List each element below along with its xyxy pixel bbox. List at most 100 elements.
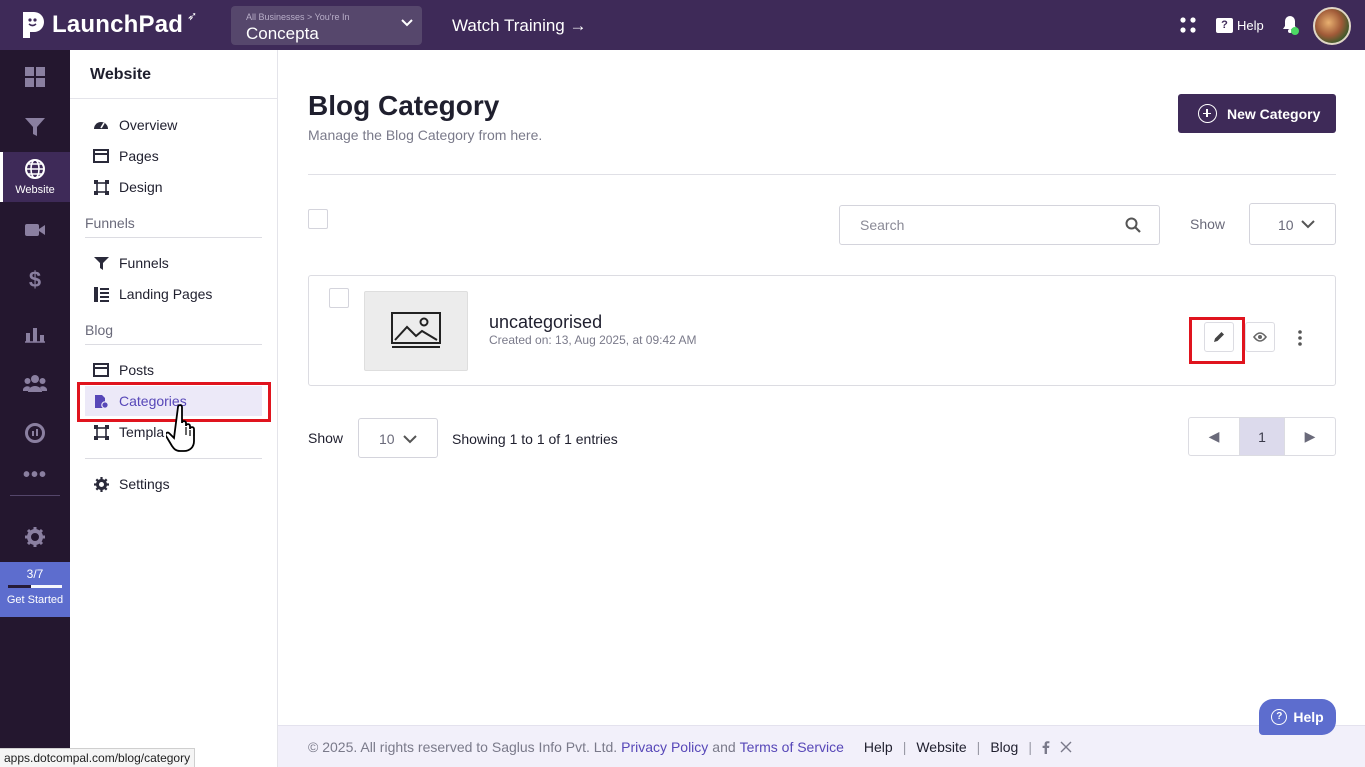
rail-website[interactable]: Website [0,152,70,202]
gauge-icon [93,117,109,133]
rail-sales[interactable]: $ [0,255,70,305]
left-rail: Website $ ••• 3/7 Get Started [0,50,70,767]
sidebar-item-label: Funnels [119,255,169,271]
view-button[interactable] [1245,322,1275,352]
terms-of-service-link[interactable]: Terms of Service [740,739,844,755]
footer-blog-link[interactable]: Blog [990,739,1018,755]
footer-separator: | [1028,739,1032,755]
prev-page-button[interactable]: ◀ [1189,418,1239,455]
rail-funnels[interactable] [0,102,70,152]
sidebar-item-label: Design [119,179,163,195]
page-title: Blog Category [308,90,500,121]
show-label-bottom: Show [308,430,344,446]
new-category-button[interactable]: New Category [1178,94,1336,133]
pages-icon [93,148,109,164]
new-category-label: New Category [1227,105,1321,122]
sidebar-item-pages[interactable]: Pages [85,141,262,171]
sidebar-item-landing-pages[interactable]: Landing Pages [85,279,262,309]
more-options-icon[interactable] [1297,330,1303,346]
sidebar-item-posts[interactable]: Posts [85,355,262,385]
help-icon: ? [1216,17,1233,33]
footer-copyright: © 2025. All rights reserved to Saglus In… [308,739,618,755]
templates-icon [93,424,109,440]
sidebar-section-blog: Blog [85,322,114,338]
category-card: uncategorised Created on: 13, Aug 2025, … [308,275,1336,386]
settings-icon [25,527,45,547]
help-link[interactable]: ? Help [1216,16,1264,34]
sidebar-section-funnels: Funnels [85,215,135,231]
footer-help-link[interactable]: Help [864,739,893,755]
design-icon [93,179,109,195]
rail-contacts[interactable] [0,358,70,408]
sidebar-item-label: Landing Pages [119,286,213,302]
video-icon [25,224,45,236]
select-all-checkbox[interactable] [308,209,328,229]
sidebar-title: Website [90,66,152,83]
get-started-count: 3/7 [26,567,44,581]
landing-pages-icon [93,286,109,302]
page-subtitle: Manage the Blog Category from here. [308,127,543,143]
highlight-edit-button [1189,317,1245,364]
floating-help-button[interactable]: ? Help [1259,699,1336,735]
page-size-select-top[interactable]: 10 [1249,203,1336,245]
watch-training-link[interactable]: Watch Training → [452,16,586,36]
search-input[interactable]: Search [860,217,904,233]
rail-more[interactable]: ••• [0,450,70,500]
sidebar-divider [70,98,277,99]
main-content: Blog Category Manage the Blog Category f… [278,50,1365,725]
eye-icon [1253,332,1267,342]
sidebar-item-design[interactable]: Design [85,172,262,202]
pagination: ◀ 1 ▶ [1188,417,1336,456]
image-placeholder-icon [364,291,468,371]
sidebar-item-overview[interactable]: Overview [85,110,262,140]
row-checkbox[interactable] [329,288,349,308]
question-icon: ? [1271,709,1288,725]
status-bar-url: apps.dotcompal.com/blog/category [0,748,196,767]
footer-website-link[interactable]: Website [916,739,966,755]
page-size-select-bottom[interactable]: 10 [358,418,438,458]
get-started-label: Get Started [6,594,64,606]
show-label: Show [1190,216,1226,232]
rail-analytics[interactable] [0,308,70,358]
search-icon[interactable] [1125,217,1141,233]
user-avatar[interactable] [1313,7,1351,45]
sidebar-item-label: Templa [119,424,165,440]
plus-circle-icon [1198,104,1217,123]
floating-help-label: Help [1293,709,1324,725]
posts-icon [93,362,109,378]
sidebar-section-divider [85,237,262,238]
header-divider [308,174,1336,175]
facebook-icon[interactable] [1042,740,1050,754]
sidebar-item-settings[interactable]: Settings [85,469,262,499]
users-icon [23,375,47,392]
search-box[interactable]: Search [839,205,1160,245]
gear-icon [93,476,109,492]
rail-video[interactable] [0,205,70,255]
funnel-icon [93,255,109,271]
footer-separator: | [976,739,981,755]
footer-separator: | [902,739,907,755]
x-icon[interactable] [1060,741,1072,753]
dashboard-icon [25,67,45,87]
sidebar-item-funnels[interactable]: Funnels [85,248,262,278]
rail-dashboard[interactable] [0,52,70,102]
privacy-policy-link[interactable]: Privacy Policy [621,739,708,755]
next-page-button[interactable]: ▶ [1285,418,1335,455]
sidebar-item-label: Pages [119,148,159,164]
chevron-down-icon [401,19,413,27]
business-switcher[interactable]: All Businesses > You're In Concepta [231,6,422,45]
business-breadcrumb: All Businesses > You're In [246,12,350,22]
top-bar: LaunchPad ➶ All Businesses > You're In C… [0,0,1365,50]
help-label: Help [1237,17,1264,33]
launchpad-logo[interactable]: LaunchPad ➶ [20,8,197,42]
sidebar-item-label: Posts [119,362,155,378]
category-created-date: Created on: 13, Aug 2025, at 09:42 AM [489,333,697,347]
rail-settings[interactable] [0,512,70,562]
apps-grid-icon[interactable] [1179,16,1197,34]
sidebar-section-divider [85,344,262,345]
chevron-down-icon [403,435,417,444]
category-name[interactable]: uncategorised [489,312,602,333]
notification-dot [1291,27,1299,35]
get-started-widget[interactable]: 3/7 Get Started [0,562,70,617]
page-1-button[interactable]: 1 [1239,418,1285,455]
